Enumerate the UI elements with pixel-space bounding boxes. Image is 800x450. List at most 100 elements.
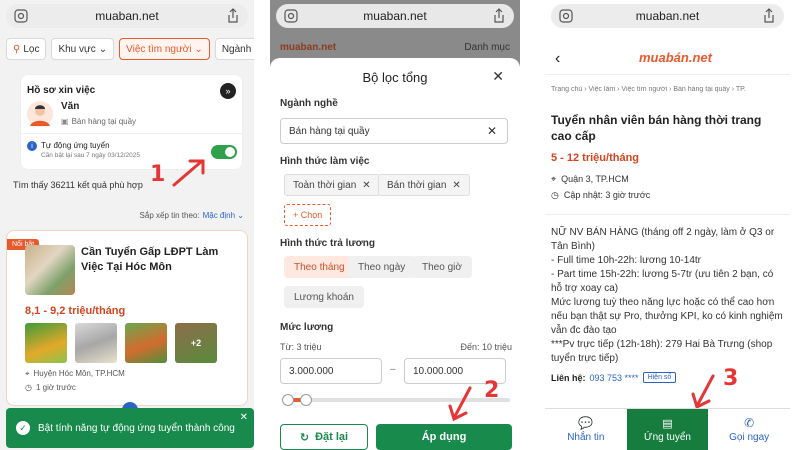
- screen-job-listing: muaban.net ⚲ Lọc Khu vực ⌄ Việc tìm người ⌄…: [0, 0, 254, 450]
- show-number-button[interactable]: Hiện số: [642, 372, 677, 383]
- apply-label: Áp dụng: [421, 431, 467, 443]
- call-button[interactable]: ✆ Gọi ngay: [708, 409, 790, 450]
- message-button[interactable]: 💬 Nhắn tin: [545, 409, 627, 450]
- chat-icon: 💬: [578, 416, 594, 430]
- listing-card[interactable]: Nổi bật Cần Tuyển Gấp LĐPT Làm Việc Tại …: [6, 230, 248, 406]
- listing-time: 1 giờ trước: [35, 383, 76, 392]
- divider: [21, 133, 242, 134]
- dimmed-banner: muaban.net Danh mục: [270, 36, 520, 58]
- job-location: Quận 3, TP.HCM: [561, 174, 629, 184]
- desc-line: ***Pv trực tiếp (12h-18h): 279 Hai Bà Tr…: [551, 339, 773, 364]
- profile-title: Hồ sơ xin việc: [27, 85, 96, 96]
- photo-4[interactable]: +2: [175, 323, 217, 363]
- listing-title[interactable]: Cần Tuyển Gấp LĐPT Làm Việc Tại Hóc Môn: [81, 245, 241, 275]
- close-icon[interactable]: ✕: [240, 412, 248, 423]
- auto-apply-toggle[interactable]: [211, 145, 237, 159]
- toast-message: Bật tính năng tự động ứng tuyển thành cô…: [38, 422, 235, 434]
- reset-button[interactable]: ↻ Đặt lại: [280, 424, 368, 450]
- url-bar[interactable]: muaban.net: [6, 4, 248, 28]
- paytype-daily[interactable]: Theo ngày: [348, 256, 416, 278]
- share-icon[interactable]: [762, 8, 776, 24]
- user-job: Bán hàng tại quầy: [71, 117, 137, 126]
- sort-row: Sắp xếp tin theo: Mặc định ⌄: [140, 211, 244, 220]
- chevron-down-icon: ⌄: [194, 43, 203, 55]
- share-icon[interactable]: [226, 8, 240, 24]
- tag-label: Bán thời gian: [387, 179, 447, 191]
- worktype-tag-parttime[interactable]: Bán thời gian ✕: [378, 174, 470, 196]
- bottom-action-bar: 💬 Nhắn tin ▤ Ứng tuyển ✆ Gọi ngay: [545, 408, 790, 450]
- clock-icon: ◷: [551, 190, 559, 200]
- sort-label: Sắp xếp tin theo:: [139, 211, 200, 220]
- dimmed-menu: Danh mục: [464, 41, 510, 53]
- desc-line: - Part time 15h-22h: lương 5-7tr (ưu tiê…: [551, 269, 774, 294]
- choose-button[interactable]: + Chọn: [284, 204, 332, 226]
- paytype-monthly[interactable]: Theo tháng: [284, 256, 355, 278]
- apply-job-label: Ứng tuyển: [644, 431, 691, 443]
- auto-apply-note: Cần bật lại sau 7 ngày 03/12/2025: [41, 152, 141, 159]
- apply-button[interactable]: Áp dụng: [376, 424, 512, 450]
- worktype-tag-fulltime[interactable]: Toàn thời gian ✕: [284, 174, 380, 196]
- site-settings-icon[interactable]: [14, 9, 28, 23]
- worktype-heading: Hình thức làm việc: [280, 156, 370, 167]
- close-icon[interactable]: ✕: [492, 68, 504, 85]
- site-settings-icon[interactable]: [284, 9, 298, 23]
- photo-3: [125, 323, 167, 363]
- range-dash: –: [390, 364, 396, 375]
- industry-value: Bán hàng tại quầy: [289, 125, 370, 137]
- site-logo[interactable]: muabán.net: [639, 50, 712, 65]
- desc-line: Mức lương tuỳ theo năng lực hoặc có thể …: [551, 297, 783, 336]
- pill-label: Theo giờ: [422, 261, 462, 273]
- check-circle-icon: ✓: [16, 421, 30, 435]
- share-icon[interactable]: [492, 8, 506, 24]
- back-icon[interactable]: ‹: [555, 50, 560, 68]
- expand-button[interactable]: »: [220, 83, 236, 99]
- site-settings-icon[interactable]: [559, 9, 573, 23]
- url-text: muaban.net: [635, 9, 700, 23]
- category-dropdown[interactable]: Việc tìm người ⌄: [119, 38, 210, 60]
- category-label: Việc tìm người: [126, 43, 192, 55]
- slider-handle-max[interactable]: [300, 394, 312, 406]
- map-pin-icon: ⌖: [25, 369, 30, 378]
- salary-to-value: 10.000.000: [413, 365, 464, 377]
- salary-from-value: 3.000.000: [289, 365, 334, 377]
- tag-label: Toàn thời gian: [293, 179, 357, 191]
- paytype-piecework[interactable]: Lương khoán: [284, 286, 364, 308]
- sort-dropdown[interactable]: Mặc định ⌄: [203, 211, 244, 220]
- paytype-hourly[interactable]: Theo giờ: [412, 256, 472, 278]
- clock-icon: ◷: [25, 383, 32, 392]
- chevron-down-icon: ⌄: [98, 43, 108, 55]
- area-dropdown[interactable]: Khu vực ⌄: [51, 38, 115, 60]
- double-chevron-icon: »: [225, 86, 231, 96]
- refresh-icon: ↻: [299, 431, 310, 444]
- apply-job-button[interactable]: ▤ Ứng tuyển: [626, 409, 709, 450]
- job-title: Tuyển nhân viên bán hàng thời trang cao …: [551, 113, 762, 143]
- breadcrumb[interactable]: Trang chủ › Việc làm › Việc tìm người › …: [551, 86, 790, 93]
- job-location-row: ⌖ Quận 3, TP.HCM: [551, 174, 629, 185]
- job-updated-row: ◷ Cập nhật: 3 giờ trước: [551, 190, 650, 201]
- screen-job-detail: muaban.net ‹ muabán.net Trang chủ › Việc…: [545, 0, 790, 450]
- industry-heading: Ngành nghề: [280, 98, 338, 109]
- success-toast: ✓ Bật tính năng tự động ứng tuyển thành …: [6, 408, 254, 448]
- url-bar[interactable]: muaban.net: [551, 4, 784, 28]
- listing-location: Huyện Hóc Môn, TP.HCM: [33, 369, 125, 378]
- remove-icon[interactable]: ✕: [362, 180, 370, 191]
- industry-dropdown[interactable]: Ngành n: [214, 38, 254, 60]
- annotation-arrow: [691, 374, 715, 410]
- job-updated: Cập nhật: 3 giờ trước: [563, 190, 651, 200]
- area-label: Khu vực: [58, 43, 96, 55]
- salary-slider[interactable]: [282, 394, 510, 406]
- clear-icon[interactable]: ✕: [487, 124, 497, 138]
- step-number: 3: [723, 366, 739, 391]
- desc-line: NỮ NV BÁN HÀNG (tháng off 2 ngày, làm ở …: [551, 227, 775, 252]
- sort-value: Mặc định: [202, 211, 236, 220]
- remove-icon[interactable]: ✕: [452, 180, 460, 191]
- slider-handle-min[interactable]: [282, 394, 294, 406]
- industry-select[interactable]: Bán hàng tại quầy ✕: [280, 118, 508, 144]
- salary-from-input[interactable]: 3.000.000: [280, 358, 382, 384]
- filter-label: Lọc: [23, 43, 40, 55]
- url-bar[interactable]: muaban.net: [276, 4, 514, 28]
- user-name: Văn: [61, 101, 80, 112]
- filter-icon: ⚲: [13, 43, 21, 55]
- job-salary: 5 - 12 triệu/tháng: [551, 152, 640, 164]
- filter-button[interactable]: ⚲ Lọc: [6, 38, 47, 60]
